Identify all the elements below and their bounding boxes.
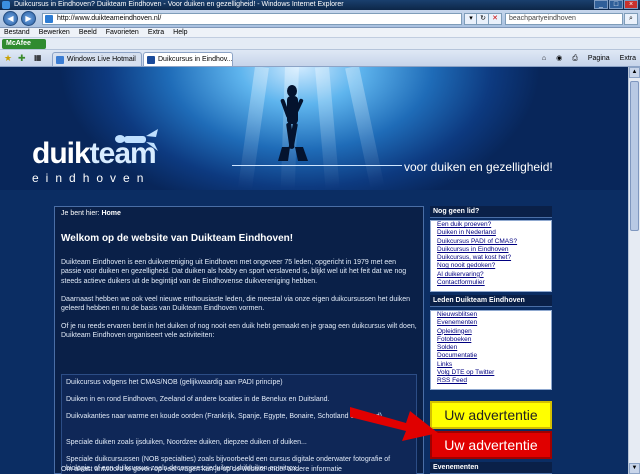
red-arrow-icon <box>350 407 438 441</box>
forward-button[interactable]: ▶ <box>21 11 36 26</box>
tab-bar: ★ ✚ ▦ Windows Live Hotmail Duikcursus in… <box>0 50 640 67</box>
tab-duikteam[interactable]: Duikcursus in Eindhov... <box>143 52 233 66</box>
address-toolbar: ◀ ▶ http://www.duikteameindhoven.nl/ ▾ ↻… <box>0 10 640 28</box>
tab-label: Windows Live Hotmail <box>67 56 136 63</box>
web-page: duikteam eindhoven voor duiken en gezell… <box>0 67 640 474</box>
sidebar-link[interactable]: Duikcursus in Eindhoven <box>431 246 551 254</box>
site-slogan: voor duiken en gezelligheid! <box>404 160 553 174</box>
menu-item-tools[interactable]: Extra <box>148 28 164 37</box>
breadcrumb: Je bent hier: Home <box>61 210 121 217</box>
sidebar-list-members: Nieuwsblitsen Evenementen Opleidingen Fo… <box>430 310 552 390</box>
window-controls: _ □ × <box>594 0 638 9</box>
sidebar-link[interactable]: Duiken in Nederland <box>431 229 551 237</box>
page-icon <box>45 15 53 23</box>
window-title: Duikcursus in Eindhoven? Duikteam Eindho… <box>14 1 344 8</box>
menu-item-file[interactable]: Bestand <box>4 28 30 37</box>
sidebar-link[interactable]: Solden <box>431 344 551 352</box>
sidebar-link[interactable]: Links <box>431 361 551 369</box>
menu-item-view[interactable]: Beeld <box>79 28 97 37</box>
mcafee-button[interactable]: McAfee <box>2 39 46 49</box>
advertisement-yellow[interactable]: Uw advertentie <box>430 401 552 429</box>
sidebar-link[interactable]: Duikcursus PADI of CMAS? <box>431 238 551 246</box>
sidebar-link[interactable]: Opleidingen <box>431 328 551 336</box>
scroll-down-icon[interactable]: ▼ <box>629 463 640 474</box>
back-button[interactable]: ◀ <box>3 11 18 26</box>
duikteam-tab-icon <box>147 56 155 64</box>
scroll-up-icon[interactable]: ▲ <box>629 67 640 78</box>
breadcrumb-home-link[interactable]: Home <box>101 210 120 217</box>
page-menu[interactable]: Pagina <box>586 53 612 65</box>
slogan-divider <box>232 165 402 166</box>
command-bar: ⌂ ◉ ⎙ Pagina Extra <box>540 53 638 65</box>
logo-subtitle: eindhoven <box>32 171 151 185</box>
activities-intro-paragraph: Of je nu reeds ervaren bent in het duike… <box>61 323 417 340</box>
sidebar-link[interactable]: Documentatie <box>431 352 551 360</box>
diver-silhouette-icon <box>278 85 308 161</box>
close-button[interactable]: × <box>624 0 638 9</box>
tools-menu[interactable]: Extra <box>618 53 638 65</box>
search-icon[interactable]: ⌕ <box>624 13 638 25</box>
sidebar-list-not-member: Een duik proeven? Duiken in Nederland Du… <box>430 220 552 292</box>
home-icon[interactable]: ⌂ <box>540 53 548 65</box>
url-text: http://www.duikteameindhoven.nl/ <box>57 15 162 22</box>
logo-text-duik: duik <box>32 137 91 170</box>
header-banner: duikteam eindhoven voor duiken en gezell… <box>0 67 628 190</box>
feeds-icon[interactable]: ◉ <box>554 53 564 65</box>
links-toolbar: McAfee <box>0 38 640 50</box>
page-title: Welkom op de website van Duikteam Eindho… <box>61 233 294 244</box>
url-input[interactable]: http://www.duikteameindhoven.nl/ <box>42 13 462 25</box>
menu-item-edit[interactable]: Bewerken <box>39 28 70 37</box>
menu-item-help[interactable]: Help <box>173 28 187 37</box>
logo-diver-icon <box>115 129 158 151</box>
sidebar-heading-not-member: Nog geen lid? <box>430 206 552 218</box>
sidebar-link[interactable]: Evenementen <box>431 319 551 327</box>
sidebar: Nog geen lid? Een duik proeven? Duiken i… <box>430 206 552 474</box>
sidebar-heading-events: Evenementen <box>430 462 552 474</box>
closing-paragraph: Om alvast antwoord te geven op veel vrag… <box>61 466 342 473</box>
add-favorite-icon[interactable]: ✚ <box>18 53 26 64</box>
sidebar-link[interactable]: Een duik proeven? <box>431 221 551 229</box>
sidebar-link[interactable]: Volg DTE op Twitter <box>431 369 551 377</box>
sidebar-link[interactable]: Al duikervaring? <box>431 271 551 279</box>
sidebar-link[interactable]: Duikcursus, wat kost het? <box>431 254 551 262</box>
hotmail-icon <box>56 56 64 64</box>
tab-label: Duikcursus in Eindhov... <box>158 56 233 63</box>
sidebar-link[interactable]: Fotoboeken <box>431 336 551 344</box>
search-input[interactable]: beachpartyeindhoven <box>505 13 623 25</box>
vertical-scrollbar[interactable]: ▲ ▼ <box>628 67 640 474</box>
tab-list-icon[interactable]: ▦ <box>34 53 42 62</box>
sidebar-link[interactable]: Nieuwsblitsen <box>431 311 551 319</box>
print-icon[interactable]: ⎙ <box>570 53 580 65</box>
members-paragraph: Daarnaast hebben we ook veel nieuwe enth… <box>61 296 411 313</box>
sidebar-link[interactable]: RSS Feed <box>431 377 551 385</box>
advertisement-red[interactable]: Uw advertentie <box>430 431 552 459</box>
stop-icon[interactable]: ✕ <box>488 13 502 25</box>
menu-bar: Bestand Bewerken Beeld Favorieten Extra … <box>0 28 640 38</box>
window-titlebar: Duikcursus in Eindhoven? Duikteam Eindho… <box>0 0 640 10</box>
sidebar-heading-members: Leden Duikteam Eindhoven <box>430 295 552 307</box>
breadcrumb-prefix: Je bent hier: <box>61 210 102 217</box>
minimize-button[interactable]: _ <box>594 0 608 9</box>
sidebar-link[interactable]: Nog nooit gedoken? <box>431 262 551 270</box>
sidebar-link[interactable]: Contactformulier <box>431 279 551 287</box>
ie-icon <box>2 1 10 9</box>
tab-hotmail[interactable]: Windows Live Hotmail <box>52 52 142 66</box>
scroll-thumb[interactable] <box>630 81 639 231</box>
menu-item-favorites[interactable]: Favorieten <box>106 28 139 37</box>
intro-paragraph: Duikteam Eindhoven is een duikvereniging… <box>61 259 407 285</box>
maximize-button[interactable]: □ <box>609 0 623 9</box>
list-item: Duikcursus volgens het CMAS/NOB (gelijkw… <box>66 379 283 386</box>
favorites-star-icon[interactable]: ★ <box>4 53 12 64</box>
